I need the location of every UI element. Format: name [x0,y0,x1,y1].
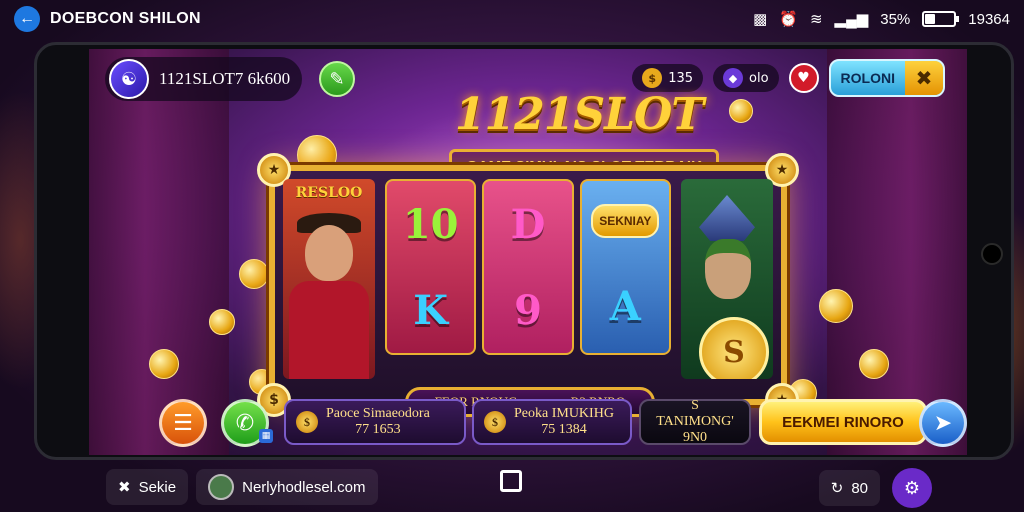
info-card[interactable]: $ Paoce Simaeodora 77 1653 [284,399,466,445]
app-title: DOEBCON SHILON [50,10,201,27]
coin-decoration [729,99,753,123]
heart-icon[interactable]: ♥ [788,63,819,93]
coin-decoration [859,349,889,379]
card-title: Paoce Simaeodora [326,405,430,421]
clock: 19364 [968,10,1010,28]
warrior-helmet [699,195,755,241]
coin-icon: $ [296,411,318,433]
card-title: Peoka IMUKIHG [514,405,614,421]
coin-icon: $ [484,411,506,433]
status-bar: ← DOEBCON SHILON ▩ ⏰ ≋ ▂▄▆ 35% 19364 [0,0,1024,38]
gear-icon[interactable]: ⚙ [892,468,932,508]
home-square-icon[interactable] [500,470,522,492]
coin-counter[interactable]: $ 135 [632,64,704,92]
gem-counter[interactable]: ◆ olo [713,64,779,92]
character-panel-left: RESLOO [283,179,375,379]
alarm-icon: ⏰ [779,11,798,28]
card-title: S TANIMONG' [656,397,734,429]
curtain-left [89,49,229,455]
coin-decoration [239,259,269,289]
info-card[interactable]: $ Peoka IMUKIHG 75 1384 [472,399,632,445]
status-icons: ▩ ⏰ ≋ ▂▄▆ 35% 19364 [753,10,1010,29]
character-panel-right: S [681,179,773,379]
character-face [305,225,353,281]
close-icon: ✖ [118,479,131,496]
signal-icon: ▂▄▆ [834,11,869,28]
left-panel-title: RESLOO [295,185,363,201]
reel-symbol: SEKNIAY [591,203,660,238]
slot-machine: ★ ★ $ ★ RESLOO 10 K D 9 SEKNI [257,153,799,417]
action-bar: ☰ ✆ ▦ $ Paoce Simaeodora 77 1653 $ Peoka… [129,397,967,451]
bottom-navbar: ✖ Sekie Nerlyhodlesel.com ↻ 80 ⚙ [0,462,1024,512]
reel-symbol: K [413,286,449,334]
pencil-icon[interactable]: ✎ [319,61,355,97]
reel-symbol: 10 [402,200,459,248]
coin-decoration [209,309,235,335]
wifi-icon: ≋ [809,11,823,28]
hud-pill-button[interactable]: ROLONI ✖ [828,59,945,97]
gem-value: olo [749,70,769,86]
nav-left-label: Sekie [138,478,177,496]
username: 1121SLOT7 6k600 [159,69,291,88]
x-icon[interactable]: ✖ [905,61,943,95]
avatar [208,474,235,500]
curtain-right [827,49,967,455]
hud-pill-label: ROLONI [840,70,895,86]
phone-frame: ☯ 1121SLOT7 6k600 ✎ $ 135 ◆ olo ♥ ROLONI… [34,42,1014,460]
battery-fill [925,14,936,24]
back-arrow-icon[interactable]: ← [14,6,40,32]
reel-symbol: D [510,200,546,248]
reel-symbol: 9 [514,286,542,334]
camera-icon [981,243,1003,265]
reel: 10 K [385,179,477,355]
card-value: 77 1653 [355,422,401,437]
reel: SEKNIAY A [579,179,671,355]
battery-percent: 35% [880,10,911,28]
coin-decoration [149,349,179,379]
profile-icon: ☯ [109,59,149,99]
character-body [289,281,369,379]
info-card[interactable]: S TANIMONG' 9N0 [639,397,751,446]
nav-left-pill[interactable]: ✖ Sekie [106,469,189,505]
nav-user-pill[interactable]: Nerlyhodlesel.com [196,469,378,505]
game-screen: ☯ 1121SLOT7 6k600 ✎ $ 135 ◆ olo ♥ ROLONI… [89,49,967,455]
battery-icon [922,11,960,27]
nav-value-pill[interactable]: ↻ 80 [818,470,880,506]
refresh-icon: ↻ [830,480,844,497]
card-value: 75 1384 [541,422,587,437]
nav-right: ↻ 80 ⚙ [818,468,932,508]
reels[interactable]: 10 K D 9 SEKNIAY A [385,179,671,355]
coin-value: 135 [668,70,694,86]
nav-value: 80 [851,479,868,497]
reel-symbol: A [609,283,641,331]
user-badge[interactable]: ☯ 1121SLOT7 6k600 [105,57,303,101]
card-value: 9N0 [682,430,708,446]
big-coin: S [699,317,769,379]
sim-icon: ▩ [753,11,768,28]
grid-icon: ▦ [259,429,273,443]
game-logo: 1121SLOT [454,89,704,140]
cta-button[interactable]: EEKMEI RINORO [759,399,927,445]
coin-decoration [819,289,853,323]
warrior-face [705,239,751,299]
reel: D 9 [482,179,574,355]
hamburger-icon[interactable]: ☰ [159,399,207,447]
nav-user-name: Nerlyhodlesel.com [242,478,366,496]
gem-icon: ◆ [723,68,744,88]
fish-icon[interactable]: ➤ [919,399,967,447]
coin-icon: $ [642,68,663,88]
